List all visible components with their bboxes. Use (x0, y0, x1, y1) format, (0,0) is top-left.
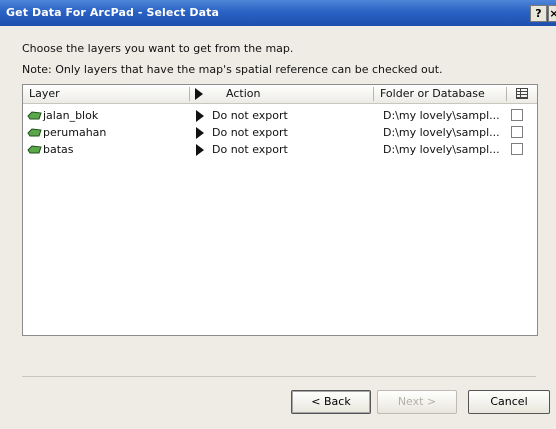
action-header-icon (195, 85, 203, 103)
column-divider[interactable] (373, 87, 374, 101)
checkout-checkbox[interactable] (511, 109, 523, 121)
table-row[interactable]: batas Do not export D:\my lovely\sampl..… (23, 141, 537, 158)
window-title: Get Data For ArcPad - Select Data (6, 6, 220, 19)
layer-name: batas (43, 143, 74, 156)
help-button[interactable]: ? (530, 5, 547, 22)
table-row[interactable]: jalan_blok Do not export D:\my lovely\sa… (23, 107, 537, 124)
layer-list[interactable]: Layer Action Folder or Database jalan_bl… (22, 84, 538, 336)
column-header-action[interactable]: Action (226, 85, 260, 103)
instruction-text: Choose the layers you want to get from t… (22, 42, 294, 55)
layer-name: jalan_blok (43, 109, 99, 122)
column-header-layer[interactable]: Layer (29, 85, 60, 103)
cancel-button[interactable]: Cancel (468, 390, 550, 414)
folder-value: D:\my lovely\sampl... (383, 109, 500, 122)
action-value[interactable]: Do not export (212, 107, 288, 124)
column-header-folder[interactable]: Folder or Database (380, 85, 485, 103)
note-text: Note: Only layers that have the map's sp… (22, 63, 443, 76)
action-value[interactable]: Do not export (212, 141, 288, 158)
column-divider[interactable] (189, 87, 190, 101)
next-button[interactable]: Next > (377, 390, 457, 414)
list-header: Layer Action Folder or Database (23, 85, 537, 104)
table-row[interactable]: perumahan Do not export D:\my lovely\sam… (23, 124, 537, 141)
grid-icon[interactable] (516, 88, 528, 99)
close-button[interactable]: × (548, 5, 556, 22)
polygon-layer-icon (27, 145, 42, 154)
layer-name: perumahan (43, 126, 107, 139)
action-value[interactable]: Do not export (212, 124, 288, 141)
polygon-layer-icon (27, 111, 42, 120)
checkout-checkbox[interactable] (511, 143, 523, 155)
checkout-checkbox[interactable] (511, 126, 523, 138)
column-divider[interactable] (506, 87, 507, 101)
footer-divider (22, 376, 536, 377)
folder-value: D:\my lovely\sampl... (383, 126, 500, 139)
polygon-layer-icon (27, 128, 42, 137)
folder-value: D:\my lovely\sampl... (383, 143, 500, 156)
action-dropdown-icon[interactable] (196, 143, 204, 156)
action-dropdown-icon[interactable] (196, 109, 204, 122)
title-bar: Get Data For ArcPad - Select Data ? × (0, 0, 556, 26)
back-button[interactable]: < Back (291, 390, 371, 414)
action-dropdown-icon[interactable] (196, 126, 204, 139)
